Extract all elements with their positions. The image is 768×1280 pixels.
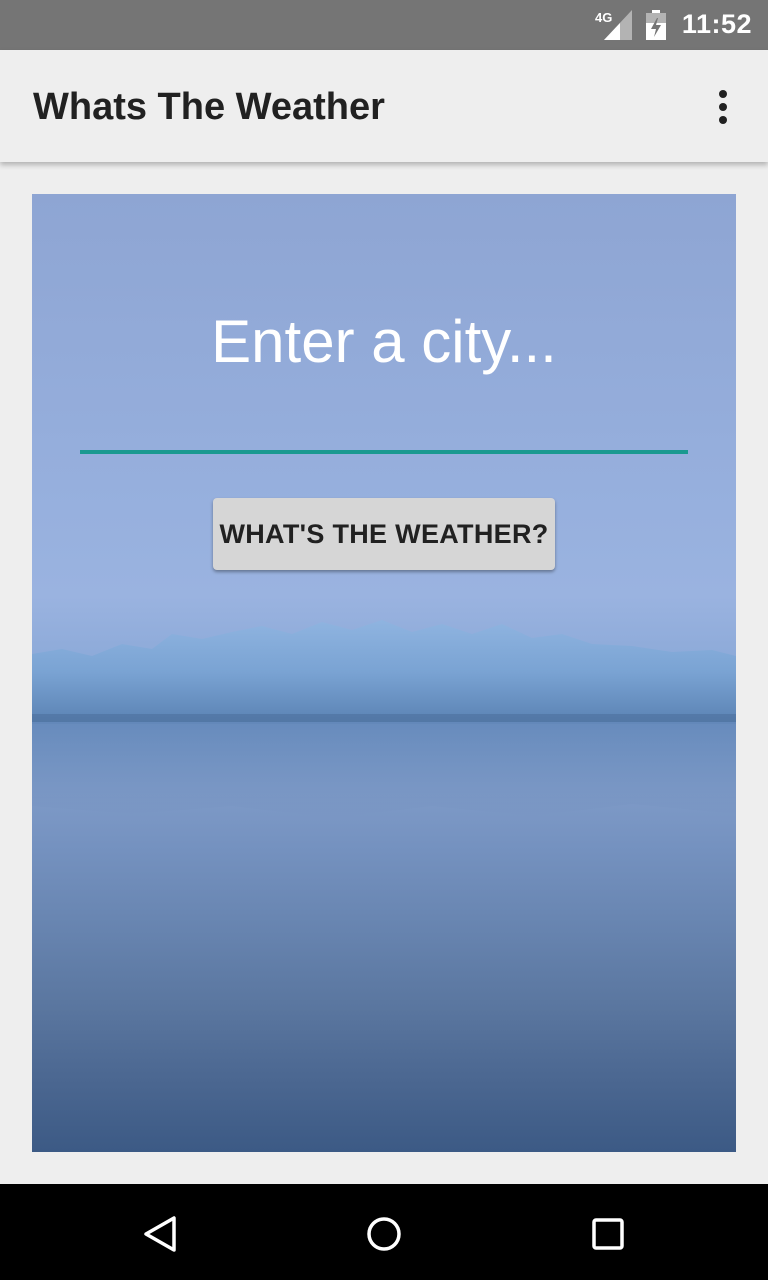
app-bar: Whats The Weather (0, 50, 768, 162)
app-title: Whats The Weather (33, 86, 385, 128)
background-image: Enter a city... WHAT'S THE WEATHER? (32, 194, 736, 1152)
signal-icon (604, 10, 632, 40)
main-content: Enter a city... WHAT'S THE WEATHER? (0, 162, 768, 1184)
more-vert-icon[interactable] (708, 86, 738, 128)
battery-icon (646, 10, 666, 40)
city-input[interactable]: Enter a city... (80, 279, 688, 454)
city-input-placeholder: Enter a city... (211, 308, 557, 375)
recents-icon[interactable] (586, 1212, 630, 1256)
status-bar: 4G 11:52 (0, 0, 768, 50)
whats-the-weather-button[interactable]: WHAT'S THE WEATHER? (213, 498, 555, 570)
back-icon[interactable] (138, 1212, 182, 1256)
home-icon[interactable] (362, 1212, 406, 1256)
navigation-bar (0, 1184, 768, 1280)
status-clock: 11:52 (681, 9, 752, 39)
